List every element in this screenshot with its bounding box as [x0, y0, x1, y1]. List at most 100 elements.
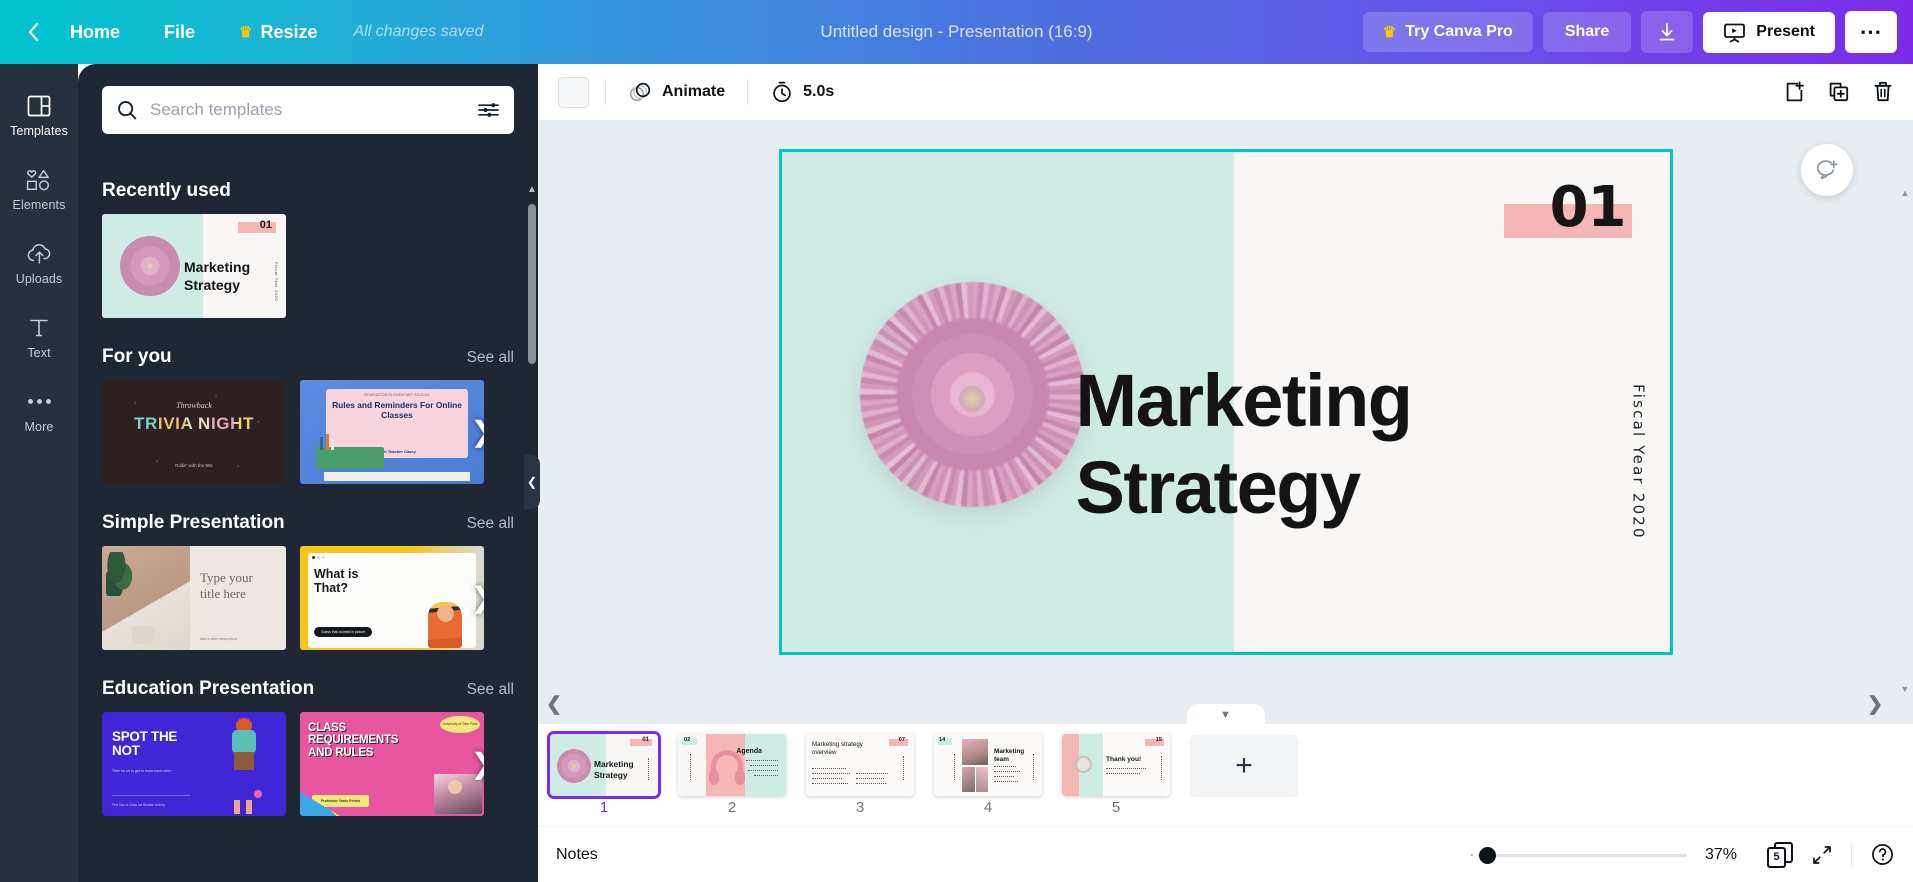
toolbar-divider [747, 79, 748, 105]
slide-thumbnail-1[interactable]: 01 Marketing Strategy [550, 734, 658, 796]
sidebar-item-templates[interactable]: Templates [0, 78, 78, 152]
file-menu-button[interactable]: File [142, 14, 217, 51]
canvas-scroll-left-arrow[interactable]: ❮ [546, 693, 562, 716]
panel-scrollbar-thumb[interactable] [528, 204, 536, 364]
see-all-link[interactable]: See all [467, 349, 514, 367]
search-input[interactable] [150, 100, 465, 120]
resize-button[interactable]: ♛ Resize [217, 14, 340, 51]
animate-button[interactable]: Animate [622, 74, 731, 110]
canvas-scroll-up-arrow[interactable]: ▲ [1899, 188, 1911, 198]
slide-number-text[interactable]: 01 [1550, 180, 1626, 236]
zoom-percent-label[interactable]: 37% [1705, 846, 1749, 864]
carousel-next-button[interactable]: ❯ [471, 750, 484, 778]
section-title: Education Presentation [102, 678, 314, 700]
slide-canvas[interactable]: 01 Fiscal Year 2020 Marketing Strategy [782, 152, 1670, 652]
templates-scroll-area[interactable]: Recently used 01 Marketing Strategy Fisc… [78, 152, 538, 882]
template-title: SPOT THE NOT [112, 730, 192, 758]
add-page-button[interactable] [1783, 80, 1807, 104]
home-menu-button[interactable]: Home [48, 14, 142, 51]
file-label: File [164, 22, 195, 43]
text-t-icon [27, 315, 51, 341]
download-button[interactable] [1641, 11, 1693, 53]
thumb-title: Thank you! [1106, 756, 1141, 763]
search-box[interactable] [102, 86, 514, 134]
slide-thumb-item: 01 Marketing Strategy 1 [550, 734, 658, 816]
canvas-scroll-down-arrow[interactable]: ▼ [1899, 684, 1911, 694]
thumb-badge: 02 [684, 737, 690, 743]
page-count-button[interactable]: 5 [1767, 842, 1793, 868]
zoom-slider-knob[interactable] [1479, 847, 1496, 864]
template-card[interactable]: Throwback TRIVIA NIGHT Rollin' with the … [102, 380, 286, 484]
notes-button[interactable]: Notes [556, 846, 598, 864]
template-card[interactable]: SPOT THE NOT Time for us to get to know … [102, 712, 286, 816]
slide-vertical-text[interactable]: Fiscal Year 2020 [1630, 384, 1648, 540]
zoom-slider[interactable] [1477, 846, 1687, 864]
slide-duration-label: 5.0s [803, 83, 834, 101]
panel-scroll-up-arrow[interactable]: ▲ [526, 184, 538, 200]
slide-title-line1: Marketing [1076, 357, 1496, 444]
see-all-link[interactable]: See all [467, 515, 514, 533]
animate-label: Animate [662, 83, 725, 101]
share-button[interactable]: Share [1543, 12, 1631, 52]
panel-collapse-button[interactable]: ❮ [524, 455, 540, 509]
design-title[interactable]: Untitled design - Presentation (16:9) [820, 22, 1092, 42]
carousel-next-button[interactable]: ❯ [471, 418, 484, 446]
section-title: Recently used [102, 180, 231, 202]
page-color-swatch[interactable] [558, 77, 589, 108]
template-card[interactable]: 01 Marketing Strategy Fiscal Year 2020 [102, 214, 286, 318]
top-navigation-bar: Home File ♛ Resize All changes saved Unt… [0, 0, 1913, 64]
templates-grid-icon [26, 93, 52, 119]
slide-title-text[interactable]: Marketing Strategy [1076, 357, 1496, 532]
sidebar-item-label: Elements [13, 198, 66, 212]
slide-thumbnail-5[interactable]: 15 Thank you! [1062, 734, 1170, 796]
carousel-next-button[interactable]: ❯ [471, 584, 484, 612]
slide-thumbnail-4[interactable]: 14 Marketing team [934, 734, 1042, 796]
add-slide-button[interactable]: + [1190, 735, 1298, 797]
thumb-badge: 14 [939, 737, 945, 743]
template-badge: 01 [260, 219, 272, 231]
share-label: Share [1565, 23, 1609, 40]
present-button[interactable]: Present [1703, 12, 1835, 53]
download-icon [1656, 21, 1678, 43]
delete-page-button[interactable] [1871, 80, 1895, 104]
section-header-education-presentation: Education Presentation See all [102, 678, 514, 700]
left-tool-rail: Templates Elements Uploads Text [0, 64, 78, 882]
template-card[interactable]: Type your title here Add a short descrip… [102, 546, 286, 650]
template-card[interactable]: CLASS REQUIREMENTS AND RULES University … [300, 712, 484, 816]
slide-thumb-item: 14 Marketing team 4 [934, 734, 1042, 816]
strip-expander-button[interactable]: ▼ [1187, 704, 1265, 725]
duplicate-page-button[interactable] [1827, 80, 1851, 104]
editor-toolbar-right-group [1783, 64, 1895, 120]
sidebar-item-more[interactable]: More [0, 374, 78, 448]
canvas-vertical-scrollbar[interactable]: ▲ ▼ [1899, 188, 1911, 694]
template-title: Rules and Reminders For Online Classes [330, 400, 464, 420]
slide-duration-button[interactable]: 5.0s [764, 74, 840, 110]
crown-icon: ♛ [239, 23, 252, 41]
add-page-icon [1783, 80, 1807, 104]
template-row-for-you: Throwback TRIVIA NIGHT Rollin' with the … [102, 380, 514, 484]
section-header-simple-presentation: Simple Presentation See all [102, 512, 514, 534]
slide-canvas-area[interactable]: 01 Fiscal Year 2020 Marketing Strategy ❮… [538, 120, 1913, 724]
slide-number-label: 4 [984, 799, 992, 816]
fullscreen-button[interactable] [1811, 844, 1833, 866]
try-canva-pro-button[interactable]: ♛ Try Canva Pro [1363, 12, 1533, 52]
bottom-status-bar: Notes 37% 5 [538, 826, 1913, 882]
canvas-scroll-right-arrow[interactable]: ❯ [1867, 693, 1883, 716]
thumb-title: Agenda [736, 748, 762, 755]
slide-thumbnail-2[interactable]: 02 Agenda [678, 734, 786, 796]
help-button[interactable] [1870, 842, 1895, 867]
sidebar-item-elements[interactable]: Elements [0, 152, 78, 226]
sidebar-item-uploads[interactable]: Uploads [0, 226, 78, 300]
slide-thumbnail-3[interactable]: Marketing strategy overview 07 [806, 734, 914, 796]
thumb-title: Marketing Strategy [594, 759, 642, 780]
back-button[interactable] [18, 12, 48, 52]
more-options-button[interactable]: ⋯ [1845, 11, 1897, 53]
template-card[interactable]: ROWINGTON ELEMENTARY SCHOOL Rules and Re… [300, 380, 484, 484]
see-all-link[interactable]: See all [467, 681, 514, 699]
sidebar-item-text[interactable]: Text [0, 300, 78, 374]
add-comment-button[interactable] [1801, 144, 1853, 196]
sidebar-item-label: More [25, 420, 54, 434]
stopwatch-icon [770, 80, 794, 104]
template-footer: Guess that zoomed in picture [314, 627, 372, 637]
template-card[interactable]: What is That? Guess that zoomed in pictu… [300, 546, 484, 650]
